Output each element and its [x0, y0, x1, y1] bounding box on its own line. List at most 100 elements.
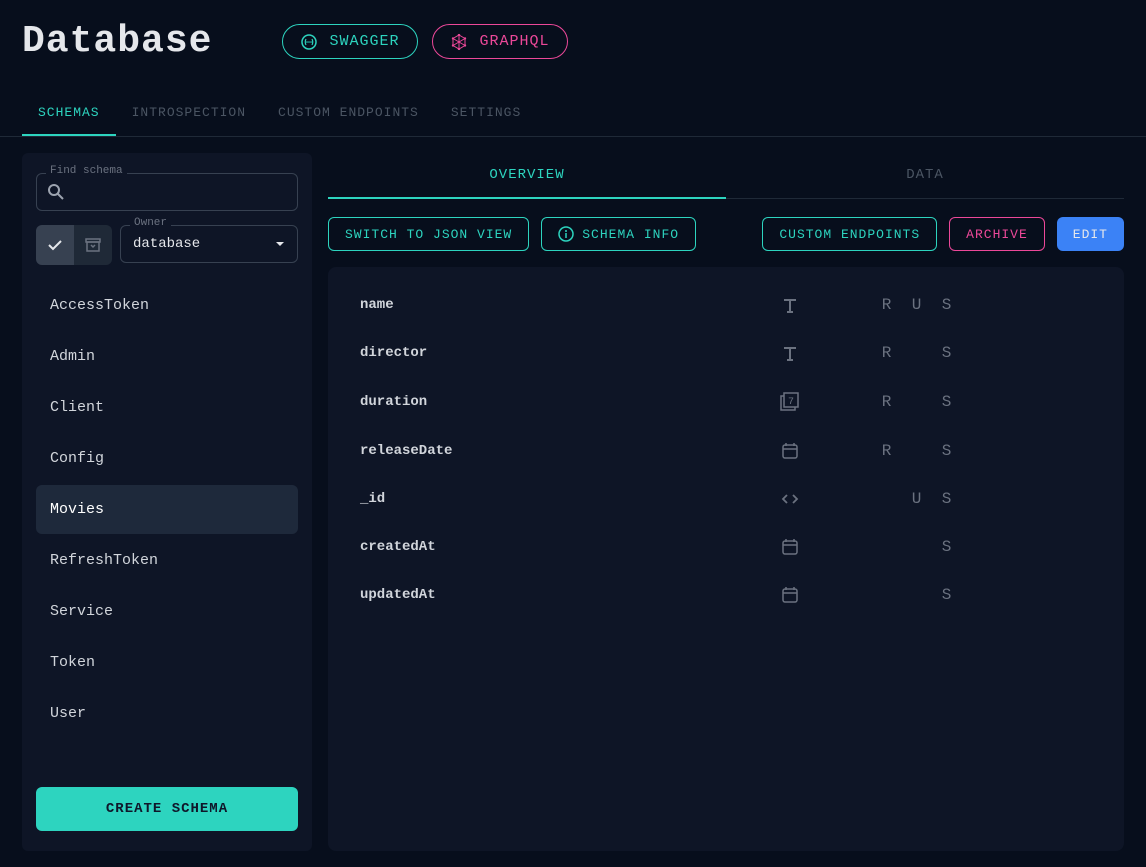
field-row-name[interactable]: nameRUS: [328, 281, 1124, 329]
field-row-createdAt[interactable]: createdAt S: [328, 523, 1124, 571]
action-left: SWITCH TO JSON VIEW SCHEMA INFO: [328, 217, 696, 251]
archive-icon: [84, 236, 102, 254]
tab-schemas[interactable]: SCHEMAS: [22, 91, 116, 136]
action-bar: SWITCH TO JSON VIEW SCHEMA INFO CUSTOM E…: [328, 217, 1124, 251]
flag-empty: [910, 344, 924, 362]
date-icon: [700, 585, 880, 605]
field-row-releaseDate[interactable]: releaseDateRS: [328, 427, 1124, 475]
flag-empty: [910, 442, 924, 460]
edit-button[interactable]: EDIT: [1057, 217, 1124, 251]
info-icon: [558, 226, 574, 242]
sidebar-item-accesstoken[interactable]: AccessToken: [36, 281, 298, 330]
graphql-button[interactable]: GRAPHQL: [432, 24, 568, 59]
flag-empty: [880, 490, 894, 508]
flag-S: S: [940, 586, 954, 604]
custom-endpoints-label: CUSTOM ENDPOINTS: [779, 227, 920, 242]
owner-box: database: [120, 225, 298, 263]
date-icon: [700, 537, 880, 557]
sidebar-item-refreshtoken[interactable]: RefreshToken: [36, 536, 298, 585]
field-row-updatedAt[interactable]: updatedAt S: [328, 571, 1124, 619]
page-title: Database: [22, 20, 212, 63]
edit-label: EDIT: [1073, 227, 1108, 242]
schema-info-button[interactable]: SCHEMA INFO: [541, 217, 696, 251]
field-flags: RS: [880, 393, 954, 411]
flag-S: S: [940, 490, 954, 508]
graphql-label: GRAPHQL: [479, 33, 549, 50]
header: Database SWAGGER GRAPHQL: [0, 0, 1146, 73]
flag-R: R: [880, 344, 894, 362]
field-flags: S: [880, 538, 954, 556]
field-row-director[interactable]: directorRS: [328, 329, 1124, 377]
sidebar-item-user[interactable]: User: [36, 689, 298, 738]
field-flags: RS: [880, 442, 954, 460]
flag-empty: [910, 538, 924, 556]
flag-S: S: [940, 393, 954, 411]
field-flags: S: [880, 586, 954, 604]
archive-label: ARCHIVE: [966, 227, 1028, 242]
field-row-id[interactable]: _id US: [328, 475, 1124, 523]
switch-view-button[interactable]: SWITCH TO JSON VIEW: [328, 217, 529, 251]
field-flags: RS: [880, 344, 954, 362]
schema-list: AccessTokenAdminClientConfigMoviesRefres…: [36, 281, 298, 777]
toggle-group: [36, 225, 112, 265]
flag-empty: [880, 586, 894, 604]
switch-view-label: SWITCH TO JSON VIEW: [345, 227, 512, 242]
content-tab-data[interactable]: DATA: [726, 153, 1124, 199]
owner-value: database: [133, 236, 200, 252]
content: OVERVIEWDATA SWITCH TO JSON VIEW SCHEMA …: [328, 153, 1124, 851]
check-icon: [46, 236, 64, 254]
swagger-label: SWAGGER: [329, 33, 399, 50]
text-icon: [700, 343, 880, 363]
owner-label: Owner: [130, 217, 171, 229]
flag-S: S: [940, 538, 954, 556]
sidebar-item-token[interactable]: Token: [36, 638, 298, 687]
toggle-enabled[interactable]: [36, 225, 74, 265]
tab-settings[interactable]: SETTINGS: [435, 91, 537, 136]
header-buttons: SWAGGER GRAPHQL: [282, 24, 568, 59]
field-name: _id: [360, 491, 700, 507]
field-name: releaseDate: [360, 443, 700, 459]
flag-S: S: [940, 442, 954, 460]
flag-R: R: [880, 296, 894, 314]
flag-U: U: [910, 490, 924, 508]
sidebar-item-movies[interactable]: Movies: [36, 485, 298, 534]
tab-introspection[interactable]: INTROSPECTION: [116, 91, 262, 136]
owner-select[interactable]: Owner database: [120, 225, 298, 265]
field-name: director: [360, 345, 700, 361]
archive-button[interactable]: ARCHIVE: [949, 217, 1045, 251]
number-icon: 7: [700, 391, 880, 413]
swagger-icon: [301, 34, 317, 50]
action-right: CUSTOM ENDPOINTS ARCHIVE EDIT: [762, 217, 1124, 251]
flag-empty: [910, 586, 924, 604]
flag-empty: [880, 538, 894, 556]
create-schema-button[interactable]: CREATE SCHEMA: [36, 787, 298, 831]
swagger-button[interactable]: SWAGGER: [282, 24, 418, 59]
text-icon: [700, 295, 880, 315]
svg-text:7: 7: [788, 397, 794, 408]
sidebar-item-service[interactable]: Service: [36, 587, 298, 636]
search-input[interactable]: [36, 173, 298, 211]
fields-panel: nameRUSdirectorRSduration7RSreleaseDateR…: [328, 267, 1124, 851]
search-label: Find schema: [46, 165, 127, 177]
field-name: name: [360, 297, 700, 313]
main: Find schema Owner: [0, 137, 1146, 867]
search-wrapper: Find schema: [36, 173, 298, 211]
toggle-archived[interactable]: [74, 225, 112, 265]
sidebar-item-admin[interactable]: Admin: [36, 332, 298, 381]
content-tabs: OVERVIEWDATA: [328, 153, 1124, 199]
content-tab-overview[interactable]: OVERVIEW: [328, 153, 726, 199]
sidebar-item-client[interactable]: Client: [36, 383, 298, 432]
sidebar-item-config[interactable]: Config: [36, 434, 298, 483]
field-name: updatedAt: [360, 587, 700, 603]
sidebar: Find schema Owner: [22, 153, 312, 851]
schema-info-label: SCHEMA INFO: [582, 227, 679, 242]
flag-S: S: [940, 344, 954, 362]
chevron-down-icon: [275, 241, 285, 247]
flag-R: R: [880, 442, 894, 460]
field-row-duration[interactable]: duration7RS: [328, 377, 1124, 427]
custom-endpoints-button[interactable]: CUSTOM ENDPOINTS: [762, 217, 937, 251]
field-flags: US: [880, 490, 954, 508]
field-name: createdAt: [360, 539, 700, 555]
date-icon: [700, 441, 880, 461]
tab-custom-endpoints[interactable]: CUSTOM ENDPOINTS: [262, 91, 435, 136]
